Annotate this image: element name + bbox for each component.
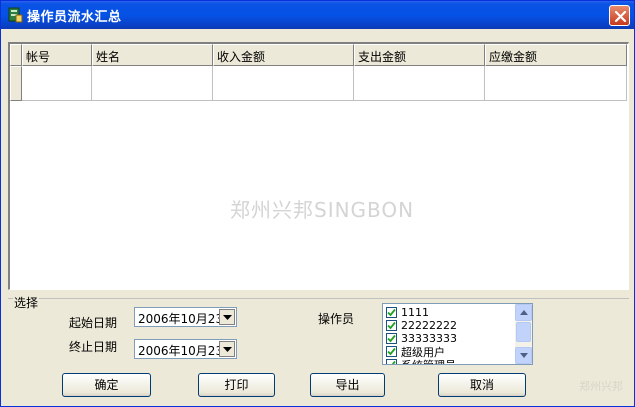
print-button[interactable]: 打印 <box>198 373 275 397</box>
list-item[interactable]: 1111 <box>386 306 429 319</box>
grid-header: 帐号 姓名 收入金额 支出金额 应缴金额 <box>10 44 627 66</box>
column-header-expense[interactable]: 支出金额 <box>354 44 485 66</box>
operator-flow-summary-window: 操作员流水汇总 帐号 姓名 收入金额 支出金额 应缴金额 郑州兴邦SINGBON… <box>0 0 635 407</box>
summary-grid[interactable]: 帐号 姓名 收入金额 支出金额 应缴金额 郑州兴邦SINGBON <box>8 42 629 290</box>
start-date-picker[interactable]: 2006年10月23日 <box>134 307 237 327</box>
ok-button[interactable]: 确定 <box>62 373 151 397</box>
checkmark-icon <box>388 360 396 364</box>
start-date-value: 2006年10月23日 <box>138 312 220 326</box>
window-title: 操作员流水汇总 <box>27 10 122 25</box>
export-button[interactable]: 导出 <box>310 373 385 397</box>
end-date-dropdown-button[interactable] <box>219 341 235 357</box>
title-bar[interactable]: 操作员流水汇总 <box>1 1 634 29</box>
table-row[interactable] <box>10 66 627 101</box>
checkmark-icon <box>387 321 396 330</box>
list-item[interactable]: 系统管理员 <box>386 358 456 365</box>
column-header-payable[interactable]: 应缴金额 <box>485 44 627 66</box>
chevron-down-icon <box>520 353 528 358</box>
start-date-dropdown-button[interactable] <box>219 309 235 325</box>
operator-label: 操作员 <box>318 312 355 326</box>
operator-checkbox[interactable] <box>386 333 397 344</box>
end-date-value: 2006年10月23日 <box>138 344 220 358</box>
column-header-account[interactable]: 帐号 <box>22 44 92 66</box>
cell-expense[interactable] <box>354 66 485 101</box>
app-icon <box>7 7 23 23</box>
chevron-down-icon <box>223 315 232 320</box>
close-button[interactable] <box>609 5 630 26</box>
scroll-thumb[interactable] <box>516 322 531 342</box>
operator-list-scrollbar[interactable] <box>515 304 532 364</box>
grid-watermark: 郑州兴邦SINGBON <box>230 198 415 222</box>
end-date-picker[interactable]: 2006年10月23日 <box>134 339 237 359</box>
cell-account[interactable] <box>22 66 92 101</box>
chevron-down-icon <box>223 347 232 352</box>
operator-checkbox[interactable] <box>386 359 397 364</box>
column-header-income[interactable]: 收入金额 <box>213 44 354 66</box>
grid-header-corner <box>10 44 22 66</box>
corner-watermark: 郑州兴邦 <box>579 380 623 393</box>
operator-checkbox[interactable] <box>386 307 397 318</box>
operator-name: 22222222 <box>401 319 457 332</box>
list-item[interactable]: 22222222 <box>386 319 457 332</box>
checkmark-icon <box>387 308 396 317</box>
operator-name: 1111 <box>401 306 429 319</box>
cell-income[interactable] <box>213 66 354 101</box>
column-header-name[interactable]: 姓名 <box>92 44 213 66</box>
start-date-label: 起始日期 <box>69 316 118 330</box>
end-date-label: 终止日期 <box>69 340 118 354</box>
chevron-up-icon <box>520 310 528 315</box>
checkmark-icon <box>387 347 396 356</box>
checkmark-icon <box>387 334 396 343</box>
filter-group-label: 选择 <box>13 294 40 311</box>
operator-name: 系统管理员 <box>401 358 456 365</box>
scroll-down-button[interactable] <box>515 347 532 364</box>
scroll-up-button[interactable] <box>515 304 532 321</box>
operator-checkbox[interactable] <box>386 320 397 331</box>
operator-checklist[interactable]: 1111 22222222 33333333 超级用户 系统管理员 <box>382 303 533 365</box>
cancel-button[interactable]: 取消 <box>438 373 526 397</box>
row-indicator[interactable] <box>10 66 22 101</box>
operator-checkbox[interactable] <box>386 346 397 357</box>
close-icon <box>614 10 627 23</box>
cell-name[interactable] <box>92 66 213 101</box>
cell-payable[interactable] <box>485 66 627 101</box>
